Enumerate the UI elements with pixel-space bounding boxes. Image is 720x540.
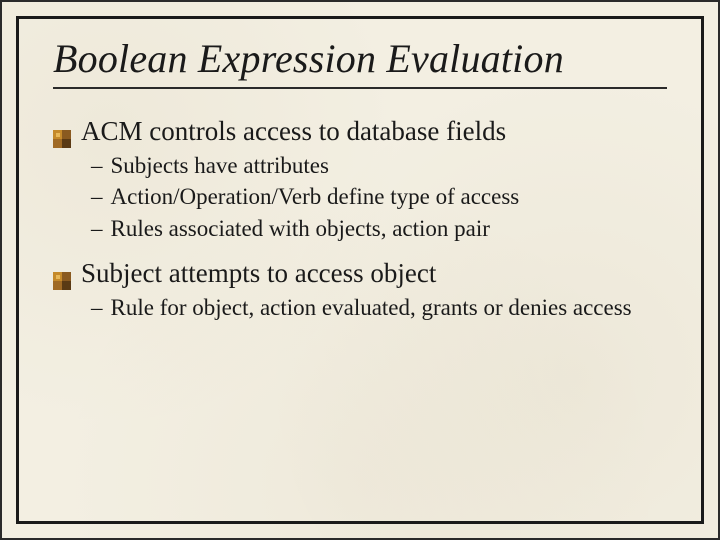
sub-list: – Rule for object, action evaluated, gra… bbox=[91, 293, 667, 322]
bullet-text: Subject attempts to access object bbox=[81, 257, 667, 291]
sub-text: Rules associated with objects, action pa… bbox=[111, 214, 668, 243]
dash-icon: – bbox=[91, 151, 103, 180]
sub-text: Subjects have attributes bbox=[111, 151, 668, 180]
title-divider bbox=[53, 87, 667, 89]
bullet-item: ACM controls access to database fields bbox=[53, 115, 667, 149]
sub-item: – Action/Operation/Verb define type of a… bbox=[91, 182, 667, 211]
sub-item: – Subjects have attributes bbox=[91, 151, 667, 180]
square-bullet-icon bbox=[53, 265, 71, 283]
sub-text: Action/Operation/Verb define type of acc… bbox=[111, 182, 668, 211]
sub-text: Rule for object, action evaluated, grant… bbox=[111, 293, 668, 322]
dash-icon: – bbox=[91, 182, 103, 211]
slide-title: Boolean Expression Evaluation bbox=[53, 37, 667, 81]
slide-frame: Boolean Expression Evaluation ACM contro… bbox=[16, 16, 704, 524]
sub-item: – Rules associated with objects, action … bbox=[91, 214, 667, 243]
slide-content: ACM controls access to database fields –… bbox=[53, 115, 667, 322]
square-bullet-icon bbox=[53, 123, 71, 141]
dash-icon: – bbox=[91, 214, 103, 243]
dash-icon: – bbox=[91, 293, 103, 322]
sub-item: – Rule for object, action evaluated, gra… bbox=[91, 293, 667, 322]
sub-list: – Subjects have attributes – Action/Oper… bbox=[91, 151, 667, 243]
bullet-item: Subject attempts to access object bbox=[53, 257, 667, 291]
bullet-text: ACM controls access to database fields bbox=[81, 115, 667, 149]
slide: Boolean Expression Evaluation ACM contro… bbox=[0, 0, 720, 540]
